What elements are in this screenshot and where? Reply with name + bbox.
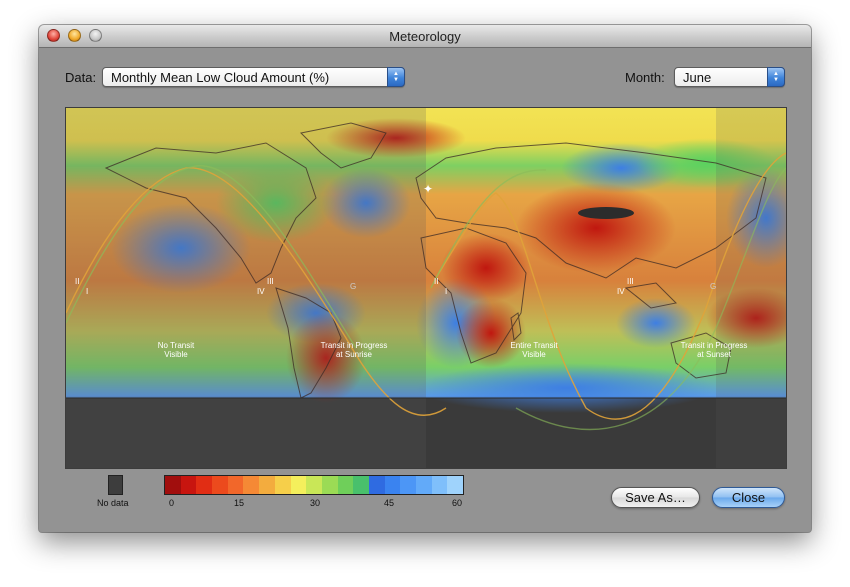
color-scale-step <box>337 476 354 494</box>
color-scale-step <box>321 476 338 494</box>
cloud-map: No Transit Visible Transit in Progress a… <box>65 107 787 469</box>
map-region-label: Entire Transit Visible <box>494 341 574 359</box>
contact-label: III <box>267 277 274 286</box>
month-label: Month: <box>625 70 665 85</box>
contact-label: III <box>627 277 634 286</box>
map-region-line: Entire Transit <box>510 341 558 350</box>
cloud-map-svg <box>66 108 786 468</box>
contact-label: IV <box>257 287 265 296</box>
month-select[interactable]: June ▲ ▼ <box>674 67 785 87</box>
sun-marker-icon: ✦ <box>423 182 434 196</box>
color-scale-step <box>259 476 275 494</box>
scale-tick-label: 0 <box>169 498 175 508</box>
color-scale-step <box>274 476 291 494</box>
meteorology-window: Meteorology Data: Monthly Mean Low Cloud… <box>39 25 811 532</box>
color-scale-step <box>196 476 213 494</box>
save-as-button[interactable]: Save As… <box>611 487 700 508</box>
color-scale-step <box>180 476 197 494</box>
scale-tick-label: 45 <box>384 498 395 508</box>
close-button[interactable]: Close <box>712 487 785 508</box>
window-title: Meteorology <box>389 29 461 44</box>
map-region-label: Transit in Progress at Sunrise <box>306 341 402 359</box>
no-data-label: No data <box>97 498 129 508</box>
color-scale-step <box>306 476 322 494</box>
data-label: Data: <box>65 70 97 85</box>
color-scale-step <box>243 476 260 494</box>
map-region-line: No Transit <box>157 341 195 350</box>
data-select-value: Monthly Mean Low Cloud Amount (%) <box>111 70 330 85</box>
contact-label: IV <box>617 287 625 296</box>
color-scale-step <box>416 476 432 494</box>
map-region-line: at Sunrise <box>335 350 373 359</box>
color-scale-step <box>290 476 307 494</box>
map-region-line: Transit in Progress <box>320 341 388 350</box>
map-region-line: Visible <box>522 350 546 359</box>
color-scale-step <box>165 476 181 494</box>
map-region-label: Transit in Progress at Sunset <box>666 341 762 359</box>
scale-tick-label: 60 <box>452 498 463 508</box>
color-scale-step <box>212 476 228 494</box>
contact-label: II <box>434 277 439 286</box>
contact-label: G <box>710 282 717 291</box>
contact-label: I <box>86 287 89 296</box>
map-region-line: at Sunset <box>697 350 731 359</box>
data-select[interactable]: Monthly Mean Low Cloud Amount (%) ▲ ▼ <box>102 67 405 87</box>
title-bar: Meteorology <box>39 25 811 48</box>
color-scale-bar <box>164 475 464 495</box>
color-scale-step <box>400 476 416 494</box>
month-select-value: June <box>683 70 712 85</box>
color-scale-step <box>384 476 401 494</box>
color-scale-step <box>447 476 463 494</box>
scale-tick-label: 15 <box>234 498 245 508</box>
color-scale-step <box>227 476 244 494</box>
color-scale-step <box>431 476 448 494</box>
contact-label: I <box>445 287 448 296</box>
color-scale-step <box>368 476 385 494</box>
color-scale-step <box>353 476 369 494</box>
scale-tick-label: 30 <box>310 498 321 508</box>
map-region-line: Transit in Progress <box>680 341 748 350</box>
popup-arrows-icon: ▲ ▼ <box>387 67 405 87</box>
popup-arrows-icon: ▲ ▼ <box>767 67 785 87</box>
map-region-line: Visible <box>164 350 188 359</box>
map-region-label: No Transit Visible <box>136 341 216 359</box>
no-data-swatch <box>108 475 123 495</box>
contact-label: G <box>350 282 357 291</box>
contact-label: II <box>75 277 80 286</box>
